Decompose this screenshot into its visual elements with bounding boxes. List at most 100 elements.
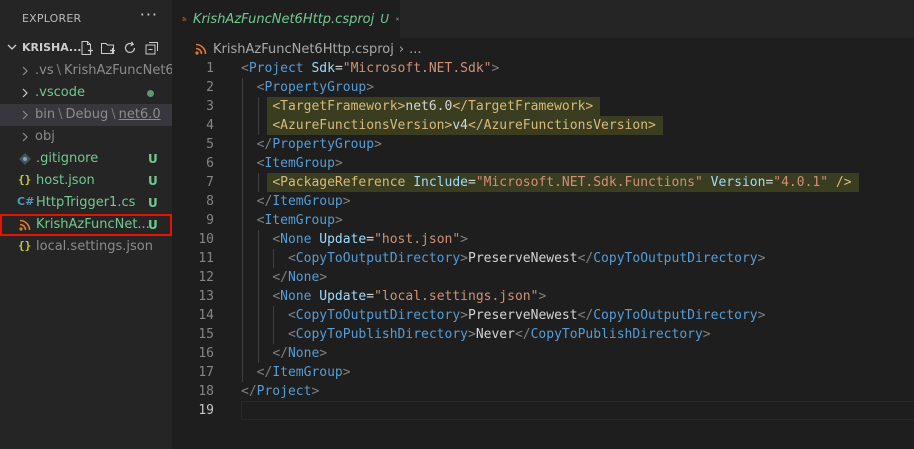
current-line-frame [241, 401, 914, 420]
modified-dot-icon [147, 90, 154, 97]
line-number: 7 [206, 175, 214, 190]
workspace-folder-header[interactable]: KRISHA... [0, 37, 172, 59]
code-text: <Project Sdk="Microsoft.NET.Sdk"> [241, 61, 500, 76]
line-number: 2 [206, 80, 214, 95]
more-actions-icon[interactable]: ··· [140, 7, 158, 23]
code-line: 7 <PackageReference Include="Microsoft.N… [172, 173, 914, 192]
code-line: 19 [172, 401, 914, 420]
refresh-icon[interactable] [122, 40, 138, 56]
line-number: 18 [198, 384, 214, 399]
untracked-badge: U [148, 196, 158, 210]
untracked-badge: U [148, 218, 158, 232]
close-icon[interactable] [395, 12, 400, 26]
tree-item-csproj[interactable]: KrishAzFuncNet... U [0, 214, 172, 236]
code-text: </Project> [241, 384, 320, 399]
line-number: 6 [206, 156, 214, 171]
json-icon: {} [18, 173, 32, 186]
code-line: 6 <ItemGroup> [172, 154, 914, 173]
csharp-icon: C# [17, 195, 35, 208]
line-number: 12 [198, 270, 214, 285]
code-text: <None Update="local.settings.json"> [272, 289, 547, 304]
tree-item-label: .vscode [35, 85, 85, 100]
code-text: <PackageReference Include="Microsoft.NET… [272, 175, 852, 190]
line-number: 4 [206, 118, 214, 133]
tree-item-label: .gitignore [36, 151, 99, 166]
tree-item-label: KrishAzFuncNet... [36, 217, 150, 232]
chevron-right-icon [22, 66, 28, 76]
code-text: <PropertyGroup> [256, 80, 375, 95]
breadcrumb: KrishAzFuncNet6Http.csproj › ... [172, 38, 914, 60]
indent-guide [257, 97, 259, 135]
workspace-folder-name: KRISHA... [22, 41, 82, 54]
new-folder-icon[interactable] [100, 40, 116, 56]
code-text: <TargetFramework>net6.0</TargetFramework… [272, 99, 594, 114]
code-editor[interactable]: 1 <Project Sdk="Microsoft.NET.Sdk"> 2 <Pro… [172, 59, 914, 420]
code-text: <CopyToOutputDirectory>PreserveNewest</C… [287, 251, 766, 266]
collapse-all-icon[interactable] [144, 40, 160, 56]
explorer-title: EXPLORER [22, 11, 82, 25]
tree-item-label: local.settings.json [36, 239, 153, 254]
rss-icon [19, 219, 31, 231]
code-line: 10 <None Update="host.json"> [172, 230, 914, 249]
indent-guide [257, 230, 259, 363]
tree-item-label: HttpTrigger1.cs [36, 195, 136, 210]
tree-item-vscode[interactable]: .vscode [0, 82, 172, 104]
code-text: </ItemGroup> [256, 194, 351, 209]
code-line: 8 </ItemGroup> [172, 192, 914, 211]
chevron-right-icon [22, 110, 28, 120]
line-number: 17 [198, 365, 214, 380]
tree-item-httptrigger[interactable]: C# HttpTrigger1.cs U [0, 192, 172, 214]
code-line: 2 <PropertyGroup> [172, 78, 914, 97]
code-line: 11 <CopyToOutputDirectory>PreserveNewest… [172, 249, 914, 268]
code-text: <AzureFunctionsVersion>v4</AzureFunction… [272, 118, 656, 133]
code-text: <ItemGroup> [256, 156, 343, 171]
code-line: 5 </PropertyGroup> [172, 135, 914, 154]
tree-item-label: obj [35, 129, 55, 144]
json-icon: {} [18, 239, 32, 252]
breadcrumb-more[interactable]: ... [409, 42, 421, 57]
tab-bar: KrishAzFuncNet6Http.csproj U [172, 0, 914, 38]
tree-item-bin[interactable]: bin \ Debug \ net6.0 [0, 104, 172, 126]
editor-area: KrishAzFuncNet6Http.csproj U KrishAzFunc… [172, 0, 914, 449]
rss-icon [195, 43, 207, 55]
code-line: 17 </ItemGroup> [172, 363, 914, 382]
line-number: 16 [198, 346, 214, 361]
code-line: 1 <Project Sdk="Microsoft.NET.Sdk"> [172, 59, 914, 78]
indent-guide [273, 306, 275, 344]
code-line: 14 <CopyToOutputDirectory>PreserveNewest… [172, 306, 914, 325]
line-number: 1 [206, 61, 214, 76]
tree-item-label: .vs \ KrishAzFuncNet6... [35, 63, 187, 78]
code-text: <None Update="host.json"> [272, 232, 468, 247]
line-number: 3 [206, 99, 214, 114]
line-number: 8 [206, 194, 214, 209]
code-text: </None> [272, 346, 328, 361]
tab-title: KrishAzFuncNet6Http.csproj [192, 11, 375, 27]
line-number: 19 [198, 403, 214, 418]
tree-item-gitignore[interactable]: .gitignore U [0, 148, 172, 170]
chevron-right-icon [22, 132, 28, 142]
file-tree: .vs \ KrishAzFuncNet6... .vscode bin \ Debug… [0, 60, 186, 258]
line-number: 13 [198, 289, 214, 304]
chevron-right-icon [22, 88, 28, 98]
rss-icon [182, 17, 187, 21]
untracked-badge: U [148, 152, 158, 166]
tree-item-local-settings[interactable]: {} local.settings.json [0, 236, 172, 258]
indent-guide [257, 173, 259, 192]
breadcrumb-file[interactable]: KrishAzFuncNet6Http.csproj [213, 42, 394, 57]
explorer-header: EXPLORER ··· [0, 0, 172, 36]
tree-item-vs[interactable]: .vs \ KrishAzFuncNet6... [0, 60, 186, 82]
code-text: </ItemGroup> [256, 365, 351, 380]
tree-item-host-json[interactable]: {} host.json U [0, 170, 172, 192]
tab-csproj[interactable]: KrishAzFuncNet6Http.csproj U [172, 0, 400, 38]
code-line: 4 <AzureFunctionsVersion>v4</AzureFuncti… [172, 116, 914, 135]
untracked-badge: U [148, 174, 158, 188]
new-file-icon[interactable] [78, 40, 94, 56]
code-text: <CopyToOutputDirectory>PreserveNewest</C… [287, 308, 766, 323]
chevron-right-icon: › [398, 41, 405, 57]
chevron-down-icon [7, 44, 17, 50]
line-number: 10 [198, 232, 214, 247]
code-line: 3 <TargetFramework>net6.0</TargetFramewo… [172, 97, 914, 116]
untracked-badge: U [380, 12, 390, 26]
tree-item-label: host.json [36, 173, 95, 188]
tree-item-obj[interactable]: obj [0, 126, 172, 148]
